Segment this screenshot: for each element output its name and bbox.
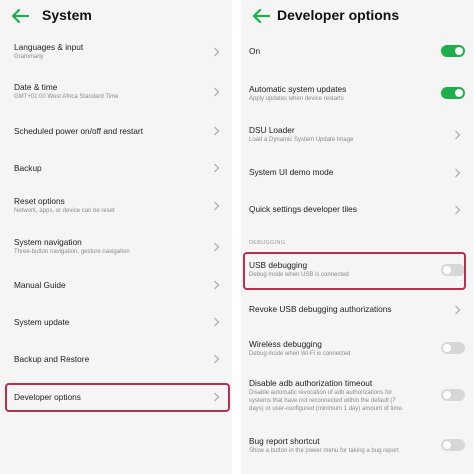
settings-item-backup[interactable]: Backup bbox=[0, 157, 232, 179]
item-label: System navigation bbox=[14, 237, 82, 247]
item-subtitle: Grammarly bbox=[14, 54, 44, 60]
chevron-right-icon bbox=[455, 205, 461, 215]
item-label: Wireless debugging bbox=[249, 339, 322, 349]
chevron-right-icon bbox=[455, 305, 461, 315]
item-label: Scheduled power on/off and restart bbox=[14, 126, 143, 136]
toggle-knob bbox=[443, 441, 451, 449]
item-label: Disable adb authorization timeout bbox=[249, 378, 373, 388]
back-arrow-icon[interactable] bbox=[10, 7, 30, 25]
chevron-right-icon bbox=[214, 47, 220, 57]
toggle-knob bbox=[443, 344, 451, 352]
item-subtitle: GMT+01:00 West Africa Standard Time bbox=[14, 94, 119, 100]
item-label: Date & time bbox=[14, 82, 58, 92]
developer-options-toggle[interactable] bbox=[441, 45, 465, 57]
item-subtitle-line-3: days) or user-configured (minimum 1 day)… bbox=[249, 406, 404, 412]
developer-options-panel: Developer options On Automatic system up… bbox=[241, 0, 473, 474]
page-title: System bbox=[42, 7, 92, 23]
settings-item-reset-options[interactable]: Reset options Network, apps, or device c… bbox=[0, 194, 232, 222]
automatic-system-updates-row[interactable]: Automatic system updates Apply updates w… bbox=[241, 82, 473, 106]
settings-item-scheduled-power[interactable]: Scheduled power on/off and restart bbox=[0, 120, 232, 142]
chevron-right-icon bbox=[214, 163, 220, 173]
dsu-loader-row[interactable]: DSU Loader Load a Dynamic System Update … bbox=[241, 123, 473, 147]
chevron-right-icon bbox=[214, 354, 220, 364]
section-header-debugging: DEBUGGING bbox=[249, 240, 286, 246]
settings-item-system-update[interactable]: System update bbox=[0, 311, 232, 333]
item-subtitle-line-1: Disable automatic revocation of adb auth… bbox=[249, 390, 393, 396]
bug-report-shortcut-row[interactable]: Bug report shortcut Show a button in the… bbox=[241, 434, 473, 458]
revoke-usb-authorizations-row[interactable]: Revoke USB debugging authorizations bbox=[241, 300, 473, 320]
item-label: Manual Guide bbox=[14, 280, 66, 290]
toggle-knob bbox=[443, 391, 451, 399]
disable-adb-timeout-toggle[interactable] bbox=[441, 389, 465, 401]
item-label: Reset options bbox=[14, 196, 65, 206]
item-label: Quick settings developer tiles bbox=[249, 204, 357, 214]
toggle-knob bbox=[455, 47, 463, 55]
item-subtitle: Debug mode when Wi-Fi is connected bbox=[249, 351, 351, 357]
system-ui-demo-mode-row[interactable]: System UI demo mode bbox=[241, 163, 473, 183]
item-label: System update bbox=[14, 317, 70, 327]
item-label: System UI demo mode bbox=[249, 167, 334, 177]
item-label: Backup and Restore bbox=[14, 354, 90, 364]
settings-item-system-navigation[interactable]: System navigation Three-button navigatio… bbox=[0, 235, 232, 263]
back-arrow-icon[interactable] bbox=[251, 7, 271, 25]
item-label: Revoke USB debugging authorizations bbox=[249, 304, 392, 314]
usb-debugging-highlight bbox=[243, 252, 466, 290]
developer-options-header: Developer options bbox=[241, 0, 473, 34]
item-label: Bug report shortcut bbox=[249, 436, 320, 446]
chevron-right-icon bbox=[214, 126, 220, 136]
developer-options-highlight bbox=[5, 383, 230, 412]
settings-item-manual-guide[interactable]: Manual Guide bbox=[0, 274, 232, 296]
item-label: Automatic system updates bbox=[249, 84, 347, 94]
page-title: Developer options bbox=[277, 7, 400, 23]
item-subtitle: Apply updates when device restarts bbox=[249, 96, 344, 102]
disable-adb-timeout-row[interactable]: Disable adb authorization timeout Disabl… bbox=[241, 376, 473, 416]
item-label: Languages & input bbox=[14, 42, 84, 52]
chevron-right-icon bbox=[455, 168, 461, 178]
toggle-knob bbox=[455, 89, 463, 97]
item-subtitle: Network, apps, or device can be reset bbox=[14, 208, 115, 214]
system-settings-panel: System Languages & input Grammarly Date … bbox=[0, 0, 232, 474]
settings-item-languages-input[interactable]: Languages & input Grammarly bbox=[0, 40, 232, 68]
chevron-right-icon bbox=[214, 87, 220, 97]
item-label: DSU Loader bbox=[249, 125, 295, 135]
item-label: On bbox=[249, 46, 261, 56]
automatic-updates-toggle[interactable] bbox=[441, 87, 465, 99]
wireless-debugging-row[interactable]: Wireless debugging Debug mode when Wi-Fi… bbox=[241, 337, 473, 361]
item-subtitle: Load a Dynamic System Update Image bbox=[249, 137, 354, 143]
item-label: Backup bbox=[14, 163, 42, 173]
settings-item-date-time[interactable]: Date & time GMT+01:00 West Africa Standa… bbox=[0, 80, 232, 108]
chevron-right-icon bbox=[214, 201, 220, 211]
developer-options-master-row[interactable]: On bbox=[241, 42, 473, 60]
chevron-right-icon bbox=[455, 130, 461, 140]
item-subtitle-line-2: systems that have not reconnected within… bbox=[249, 398, 396, 404]
chevron-right-icon bbox=[214, 280, 220, 290]
wireless-debugging-toggle[interactable] bbox=[441, 342, 465, 354]
chevron-right-icon bbox=[214, 242, 220, 252]
quick-settings-tiles-row[interactable]: Quick settings developer tiles bbox=[241, 200, 473, 220]
bug-report-shortcut-toggle[interactable] bbox=[441, 439, 465, 451]
chevron-right-icon bbox=[214, 317, 220, 327]
item-subtitle: Three-button navigation, gesture navigat… bbox=[14, 249, 130, 255]
settings-item-backup-restore[interactable]: Backup and Restore bbox=[0, 348, 232, 370]
item-subtitle: Show a button in the power menu for taki… bbox=[249, 448, 399, 454]
system-header: System bbox=[0, 0, 232, 34]
